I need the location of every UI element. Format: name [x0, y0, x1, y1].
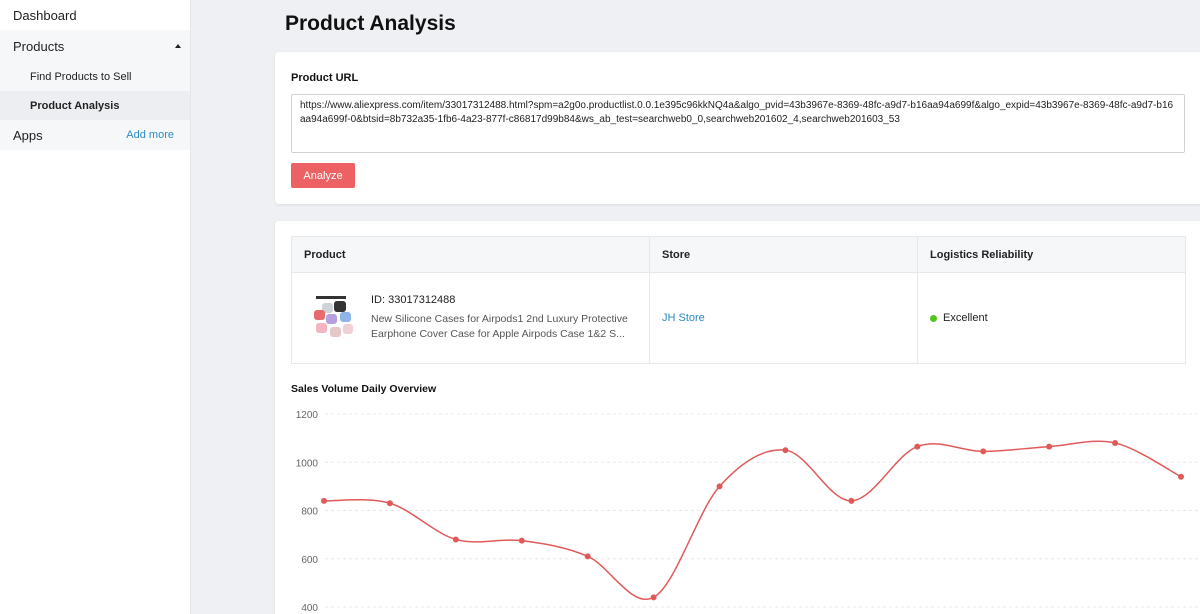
data-point[interactable] [650, 594, 657, 601]
product-url-input[interactable]: https://www.aliexpress.com/item/33017312… [291, 94, 1185, 153]
add-more-link[interactable]: Add more [126, 129, 174, 141]
data-point[interactable] [848, 497, 855, 504]
y-tick-label: 600 [301, 555, 318, 566]
y-tick-label: 800 [301, 507, 318, 518]
data-point[interactable] [980, 448, 987, 455]
column-header-product: Product [291, 236, 650, 273]
table-header-row: Product Store Logistics Reliability [291, 236, 1186, 273]
product-name: New Silicone Cases for Airpods1 2nd Luxu… [371, 313, 628, 340]
store-link[interactable]: JH Store [662, 312, 705, 324]
sidebar: Dashboard Products Find Products to Sell… [0, 0, 191, 614]
status-dot-icon [930, 314, 937, 322]
column-header-store: Store [649, 236, 918, 273]
url-card: Product URL https://www.aliexpress.com/i… [275, 52, 1200, 204]
y-tick-label: 1200 [296, 410, 319, 421]
airpods-case-image [306, 292, 358, 344]
logistics-status: Excellent [943, 312, 988, 324]
product-id: ID: 33017312488 [371, 294, 456, 306]
sidebar-item-label: Dashboard [13, 7, 77, 23]
sidebar-item-label: Apps [13, 127, 43, 143]
sidebar-item-label: Product Analysis [30, 99, 120, 112]
product-table: Product Store Logistics Reliability ID: … [291, 236, 1186, 364]
page-title: Product Analysis [285, 12, 456, 35]
sidebar-item-products[interactable]: Products [0, 30, 190, 62]
data-point[interactable] [914, 443, 921, 450]
y-tick-label: 1000 [296, 458, 319, 469]
column-header-logistics: Logistics Reliability [917, 236, 1186, 273]
data-point[interactable] [584, 553, 591, 560]
data-point[interactable] [321, 497, 327, 504]
data-point[interactable] [1046, 443, 1053, 450]
caret-up-icon [175, 44, 181, 48]
sidebar-item-label: Find Products to Sell [30, 70, 132, 83]
data-point[interactable] [452, 536, 459, 543]
data-point[interactable] [386, 500, 393, 507]
data-point[interactable] [782, 447, 789, 454]
data-point[interactable] [1112, 439, 1119, 446]
sidebar-item-find-products[interactable]: Find Products to Sell [0, 62, 190, 91]
sales-line-chart: 1200 1000 800 600 400 [296, 410, 1200, 614]
logistics-cell: Excellent [917, 272, 1186, 364]
data-point[interactable] [1178, 473, 1184, 480]
y-tick-label: 400 [301, 603, 318, 614]
product-thumbnail[interactable] [306, 292, 358, 344]
data-point[interactable] [716, 483, 723, 490]
sidebar-item-apps[interactable]: Apps Add more [0, 120, 190, 150]
sidebar-item-label: Products [13, 38, 65, 54]
chart-title: Sales Volume Daily Overview [291, 383, 437, 395]
analyze-button[interactable]: Analyze [291, 163, 355, 188]
sidebar-item-dashboard[interactable]: Dashboard [0, 0, 190, 30]
store-cell: JH Store [649, 272, 918, 364]
analysis-card: Product Store Logistics Reliability ID: … [275, 221, 1200, 614]
data-point[interactable] [518, 537, 525, 544]
sidebar-item-product-analysis[interactable]: Product Analysis [0, 91, 190, 120]
product-cell: ID: 33017312488 New Silicone Cases for A… [291, 272, 650, 364]
product-url-label: Product URL [291, 72, 359, 84]
table-row: ID: 33017312488 New Silicone Cases for A… [291, 272, 1186, 364]
series-line [323, 440, 1182, 601]
